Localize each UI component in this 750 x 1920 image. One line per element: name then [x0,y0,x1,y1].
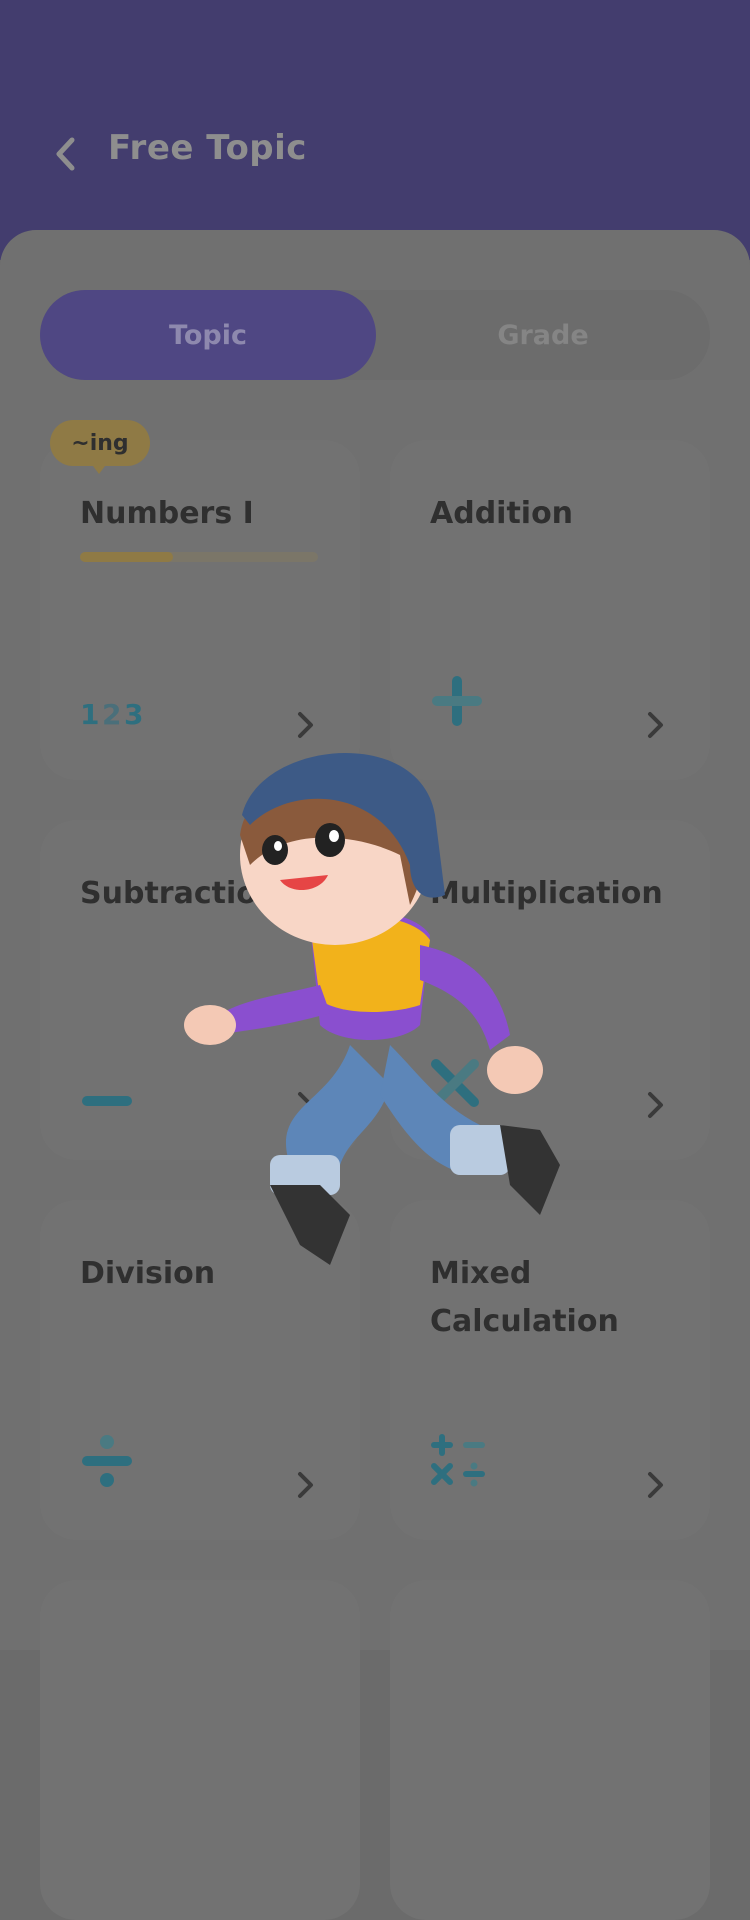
tab-topic[interactable]: Topic [40,290,376,380]
card-title: Addition [430,496,574,531]
chevron-right-icon [648,712,663,738]
svg-text:3: 3 [124,698,143,728]
divide-icon [82,1435,132,1487]
numbers-123-icon: 1 2 3 [80,698,143,728]
card-numbers[interactable]: Numbers I 1 2 3 [40,440,360,780]
mixed-operations-icon [431,1434,485,1487]
svg-text:2: 2 [102,698,121,728]
plus-icon [432,676,482,726]
card-addition[interactable]: Addition [390,440,710,780]
card-next-row[interactable] [40,1580,360,1920]
minus-icon [82,1096,132,1106]
segment-control: Topic Grade [40,290,710,380]
back-button[interactable] [46,130,86,178]
progress-bar [80,552,318,562]
chevron-right-icon [298,1472,313,1498]
in-progress-badge: ~ing [50,420,150,466]
badge-pointer [90,462,108,474]
chevron-right-icon [648,1092,663,1118]
card-title: Numbers I [80,496,254,531]
card-next-row[interactable] [390,1580,710,1920]
tab-grade[interactable]: Grade [376,290,710,380]
chevron-left-icon [56,137,75,171]
svg-text:1: 1 [80,698,99,728]
chevron-right-icon [298,712,313,738]
page-title: Free Topic [108,128,307,168]
progress-fill [80,552,173,562]
mascot-character-illustration [184,752,560,1265]
chevron-right-icon [648,1472,663,1498]
